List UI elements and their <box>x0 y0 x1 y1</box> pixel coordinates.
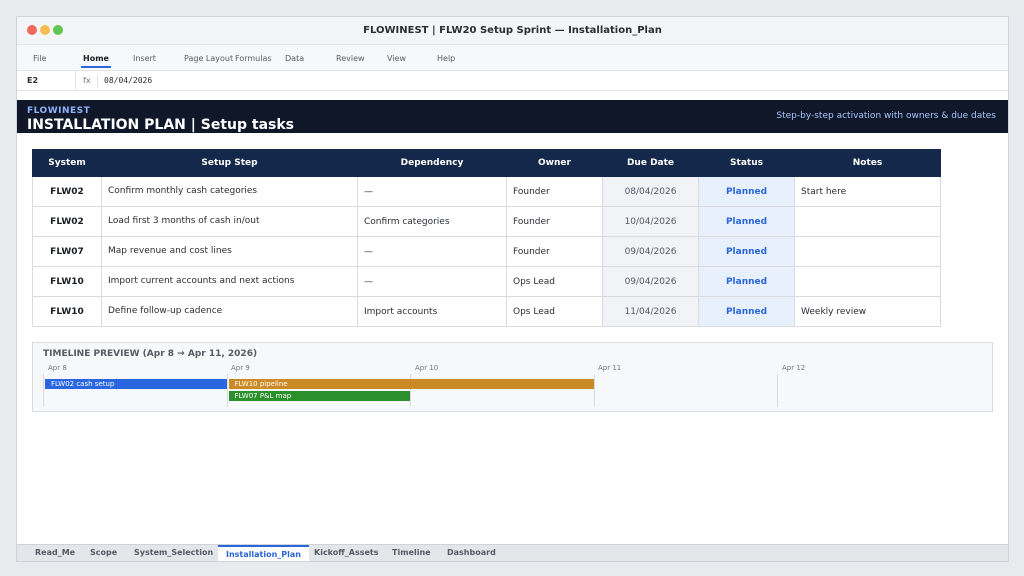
column-header-status[interactable]: Status <box>698 149 795 177</box>
timeline-bar[interactable]: FLW07 P&L map <box>228 391 410 401</box>
cell-status[interactable]: Planned <box>698 176 795 207</box>
title-bar: FLOWINEST | FLW20 Setup Sprint — Install… <box>17 17 1008 45</box>
cell-system[interactable]: FLW02 <box>32 206 102 237</box>
timeline-day-label: Apr 12 <box>782 364 806 372</box>
ribbon-tab-help[interactable]: Help <box>437 54 455 63</box>
table-row: FLW10 Define follow-up cadence Import ac… <box>32 296 941 327</box>
formula-bar-divider <box>75 71 76 91</box>
ribbon-tab-formulas[interactable]: Formulas <box>235 54 272 63</box>
timeline-day-label: Apr 10 <box>415 364 439 372</box>
cell-dependency[interactable]: — <box>357 176 507 207</box>
cell-dependency[interactable]: Confirm categories <box>357 206 507 237</box>
cell-owner[interactable]: Ops Lead <box>506 296 603 327</box>
sheet-tab-system-selection[interactable]: System_Selection <box>134 545 213 561</box>
cell-dependency[interactable]: — <box>357 266 507 297</box>
ribbon-tab-review[interactable]: Review <box>336 54 365 63</box>
cell-due-date[interactable]: 10/04/2026 <box>602 206 699 237</box>
timeline-preview: TIMELINE PREVIEW (Apr 8 → Apr 11, 2026) … <box>32 342 993 412</box>
active-tab-indicator <box>81 66 111 68</box>
cell-notes[interactable] <box>794 206 941 237</box>
column-header-system[interactable]: System <box>32 149 102 177</box>
spreadsheet-window: FLOWINEST | FLW20 Setup Sprint — Install… <box>16 16 1009 562</box>
timeline-day-label: Apr 9 <box>231 364 250 372</box>
timeline-gridline <box>594 374 595 407</box>
ribbon-tab-page-layout[interactable]: Page Layout <box>184 54 233 63</box>
cell-notes[interactable]: Weekly review <box>794 296 941 327</box>
formula-bar-divider <box>97 74 98 88</box>
ribbon-tab-file[interactable]: File <box>33 54 46 63</box>
cell-owner[interactable]: Founder <box>506 176 603 207</box>
cell-setup-step[interactable]: Map revenue and cost lines <box>101 236 358 267</box>
ribbon-tab-insert[interactable]: Insert <box>133 54 156 63</box>
formula-bar: E2 fx 08/04/2026 <box>17 71 1008 91</box>
cell-setup-step[interactable]: Import current accounts and next actions <box>101 266 358 297</box>
table-row: FLW02 Load first 3 months of cash in/out… <box>32 206 941 237</box>
sheet-tab-timeline[interactable]: Timeline <box>392 545 431 561</box>
cell-status[interactable]: Planned <box>698 206 795 237</box>
cell-system[interactable]: FLW02 <box>32 176 102 207</box>
ribbon-tab-view[interactable]: View <box>387 54 406 63</box>
timeline-title: TIMELINE PREVIEW (Apr 8 → Apr 11, 2026) <box>43 349 258 359</box>
table-row: FLW10 Import current accounts and next a… <box>32 266 941 297</box>
sheet-banner: FLOWINEST INSTALLATION PLAN | Setup task… <box>17 100 1008 133</box>
column-header-owner[interactable]: Owner <box>506 149 603 177</box>
cell-setup-step[interactable]: Load first 3 months of cash in/out <box>101 206 358 237</box>
sheet-subtitle: Step-by-step activation with owners & du… <box>776 111 996 121</box>
cell-status[interactable]: Planned <box>698 236 795 267</box>
sheet-tab-bar: Read_Me Scope System_Selection Installat… <box>17 544 1008 561</box>
cell-notes[interactable] <box>794 236 941 267</box>
column-header-notes[interactable]: Notes <box>794 149 941 177</box>
cell-due-date[interactable]: 08/04/2026 <box>602 176 699 207</box>
cell-due-date[interactable]: 11/04/2026 <box>602 296 699 327</box>
timeline-day-label: Apr 8 <box>48 364 67 372</box>
cell-system[interactable]: FLW10 <box>32 266 102 297</box>
cell-owner[interactable]: Ops Lead <box>506 266 603 297</box>
ribbon-tab-home[interactable]: Home <box>83 54 109 63</box>
formula-input[interactable]: 08/04/2026 <box>104 76 152 85</box>
cell-owner[interactable]: Founder <box>506 206 603 237</box>
fx-icon[interactable]: fx <box>83 76 91 85</box>
cell-setup-step[interactable]: Define follow-up cadence <box>101 296 358 327</box>
brand-label: FLOWINEST <box>27 106 91 116</box>
cell-system[interactable]: FLW10 <box>32 296 102 327</box>
installation-plan-table: System Setup Step Dependency Owner Due D… <box>32 149 941 327</box>
cell-reference-box[interactable]: E2 <box>27 76 38 85</box>
cell-notes[interactable]: Start here <box>794 176 941 207</box>
column-header-dependency[interactable]: Dependency <box>357 149 507 177</box>
timeline-gridline <box>777 374 778 407</box>
table-row: FLW02 Confirm monthly cash categories — … <box>32 176 941 207</box>
timeline-bar[interactable]: FLW02 cash setup <box>45 379 227 389</box>
sheet-tab-kickoff-assets[interactable]: Kickoff_Assets <box>314 545 379 561</box>
timeline-day-label: Apr 11 <box>598 364 622 372</box>
sheet-title: INSTALLATION PLAN | Setup tasks <box>27 117 294 133</box>
cell-dependency[interactable]: Import accounts <box>357 296 507 327</box>
sheet-tab-dashboard[interactable]: Dashboard <box>447 545 496 561</box>
ribbon-tabs: File Home Insert Page Layout Formulas Da… <box>17 45 1008 71</box>
table-header-row: System Setup Step Dependency Owner Due D… <box>32 149 941 177</box>
sheet-tab-read-me[interactable]: Read_Me <box>35 545 75 561</box>
cell-due-date[interactable]: 09/04/2026 <box>602 266 699 297</box>
cell-due-date[interactable]: 09/04/2026 <box>602 236 699 267</box>
sheet-tab-scope[interactable]: Scope <box>90 545 117 561</box>
timeline-gridline <box>43 374 44 407</box>
window-title: FLOWINEST | FLW20 Setup Sprint — Install… <box>363 25 662 36</box>
cell-notes[interactable] <box>794 266 941 297</box>
column-header-due-date[interactable]: Due Date <box>602 149 699 177</box>
cell-system[interactable]: FLW07 <box>32 236 102 267</box>
ribbon-tab-data[interactable]: Data <box>285 54 304 63</box>
cell-status[interactable]: Planned <box>698 266 795 297</box>
cell-status[interactable]: Planned <box>698 296 795 327</box>
sheet-tab-installation-plan[interactable]: Installation_Plan <box>218 545 309 561</box>
cell-setup-step[interactable]: Confirm monthly cash categories <box>101 176 358 207</box>
table-row: FLW07 Map revenue and cost lines — Found… <box>32 236 941 267</box>
cell-dependency[interactable]: — <box>357 236 507 267</box>
column-header-setup-step[interactable]: Setup Step <box>101 149 358 177</box>
timeline-bar[interactable]: FLW10 pipeline <box>228 379 594 389</box>
cell-owner[interactable]: Founder <box>506 236 603 267</box>
